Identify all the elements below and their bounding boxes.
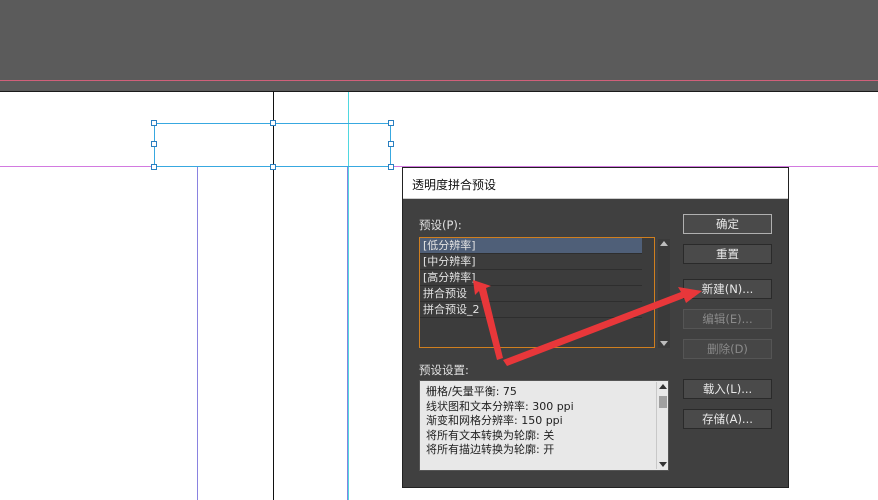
frame-handle-bottom-center[interactable] — [270, 164, 276, 170]
preset-list-scrollbar[interactable] — [658, 239, 670, 348]
preset-settings-box: 栅格/矢量平衡: 75 线状图和文本分辨率: 300 ppi 渐变和网格分辨率:… — [419, 380, 669, 471]
setting-convert-strokes-outlines: 将所有描边转换为轮廓: 开 — [426, 443, 555, 456]
setting-convert-text-outlines: 将所有文本转换为轮廓: 关 — [426, 428, 555, 442]
dialog-titlebar[interactable]: 透明度拼合预设 — [403, 168, 788, 199]
setting-raster-vector-balance: 栅格/矢量平衡: 75 — [426, 385, 517, 398]
settings-scrollbar[interactable] — [656, 382, 668, 469]
scroll-down-icon[interactable] — [660, 341, 668, 346]
scroll-up-icon[interactable] — [660, 241, 668, 246]
preset-item-low-resolution[interactable]: [低分辨率] — [420, 238, 642, 254]
flattener-presets-dialog: 透明度拼合预设 预设(P): [低分辨率] [中分辨率] [高分辨率] 拼合预设… — [402, 167, 789, 488]
edit-button[interactable]: 编辑(E)... — [683, 309, 772, 329]
setting-line-art-resolution: 线状图和文本分辨率: 300 ppi — [426, 399, 574, 413]
frame-handle-bottom-right[interactable] — [388, 164, 394, 170]
preset-item-medium-resolution[interactable]: [中分辨率] — [420, 254, 642, 270]
scroll-thumb[interactable] — [659, 396, 667, 408]
reset-button[interactable]: 重置 — [683, 244, 772, 264]
save-button[interactable]: 存储(A)... — [683, 409, 772, 429]
frame-handle-top-left[interactable] — [151, 120, 157, 126]
delete-button[interactable]: 删除(D) — [683, 339, 772, 359]
column-guide-left — [197, 166, 198, 500]
bleed-guide — [0, 80, 878, 81]
load-button[interactable]: 载入(L)... — [683, 379, 772, 399]
preset-item-flatten-preset[interactable]: 拼合预设 — [420, 286, 642, 302]
selected-frame[interactable] — [151, 120, 394, 170]
pasteboard — [0, 0, 878, 92]
frame-handle-middle-right[interactable] — [388, 141, 394, 147]
frame-handle-top-center[interactable] — [270, 120, 276, 126]
dialog-title: 透明度拼合预设 — [412, 178, 497, 192]
scroll-up-icon[interactable] — [659, 384, 667, 389]
preset-item-high-resolution[interactable]: [高分辨率] — [420, 270, 642, 286]
setting-gradient-mesh-resolution: 渐变和网格分辨率: 150 ppi — [426, 414, 563, 427]
frame-handle-middle-left[interactable] — [151, 141, 157, 147]
preset-settings-label: 预设设置: — [419, 363, 469, 377]
page-edge — [0, 91, 878, 92]
preset-item-flatten-preset-2[interactable]: 拼合预设_2 — [420, 302, 642, 318]
preset-list[interactable]: [低分辨率] [中分辨率] [高分辨率] 拼合预设 拼合预设_2 — [419, 237, 670, 348]
new-button[interactable]: 新建(N)... — [683, 279, 772, 299]
ok-button[interactable]: 确定 — [683, 214, 772, 234]
column-guide-right — [347, 166, 348, 500]
scroll-down-icon[interactable] — [659, 462, 667, 467]
frame-handle-top-right[interactable] — [388, 120, 394, 126]
preset-label: 预设(P): — [419, 218, 462, 232]
frame-handle-bottom-left[interactable] — [151, 164, 157, 170]
